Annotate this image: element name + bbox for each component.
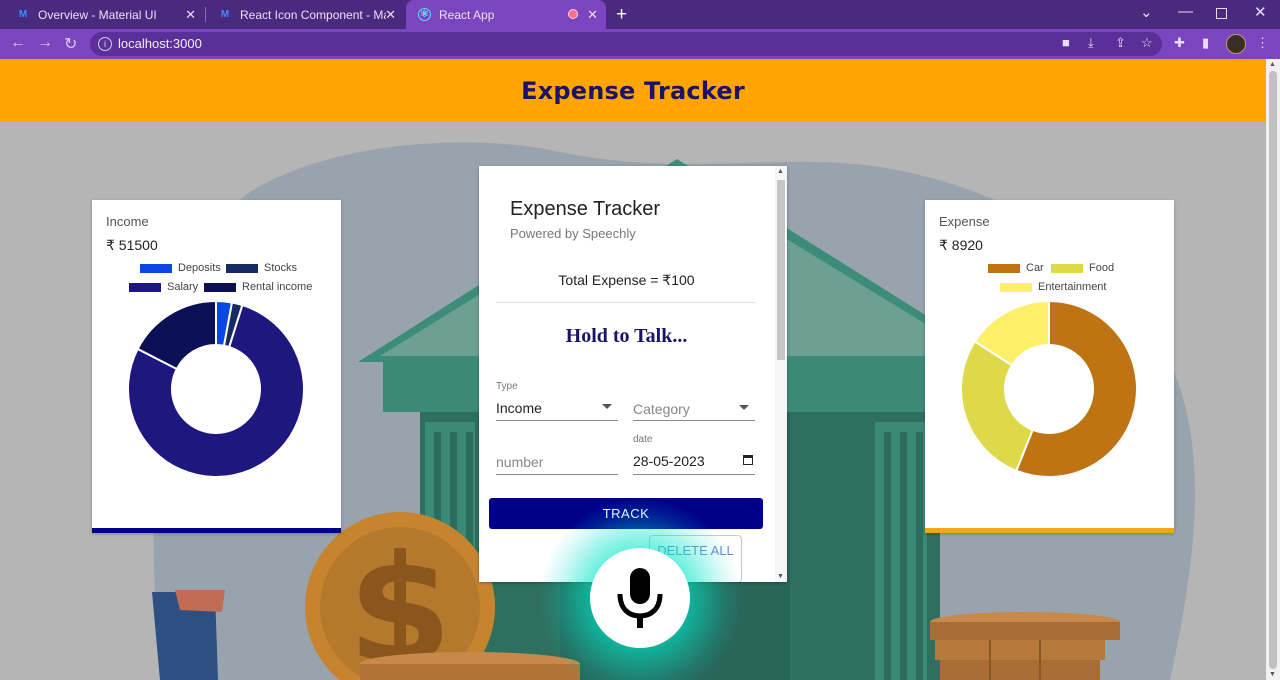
tab-title: React App: [439, 7, 495, 22]
expense-card: Expense ₹ 8920 Car Food Entertainment: [925, 200, 1174, 533]
dropdown-arrow-icon: [602, 404, 612, 409]
scroll-thumb[interactable]: [1269, 71, 1277, 669]
url-text: localhost:3000: [118, 36, 202, 51]
legend-swatch: [1000, 282, 1032, 292]
url-field[interactable]: i localhost:3000: [90, 32, 1162, 56]
app-title: Expense Tracker: [521, 76, 745, 105]
back-icon[interactable]: ←: [10, 34, 26, 52]
scroll-thumb[interactable]: [777, 180, 785, 360]
legend-label: Stocks: [264, 262, 298, 274]
expense-label: Expense: [939, 214, 990, 229]
total-expense: Total Expense = ₹100: [558, 272, 695, 288]
tab-title: React Icon Component - Materia: [240, 7, 386, 22]
tab-strip: M Overview - Material UI ✕ M React Icon …: [0, 0, 1280, 29]
hold-to-talk-text: Hold to Talk...: [565, 325, 688, 347]
legend-label: Car: [1026, 262, 1044, 274]
tab-react-app[interactable]: ⚛ React App ✕: [406, 0, 606, 29]
install-icon[interactable]: ⤓: [1088, 35, 1094, 51]
maximize-icon[interactable]: [1216, 8, 1227, 19]
close-icon[interactable]: ✕: [185, 7, 196, 23]
new-tab-icon[interactable]: +: [616, 4, 627, 26]
legend-swatch: [140, 263, 172, 273]
legend-label: Salary: [167, 281, 199, 293]
address-bar-row: ← → ↻ i localhost:3000 ■ ⤓ ⇪ ☆ ✚ ▮ ⋮: [0, 29, 1280, 59]
type-label: Type: [496, 381, 518, 392]
close-icon[interactable]: ✕: [385, 7, 396, 23]
react-logo-icon: ⚛: [418, 8, 431, 21]
menu-icon[interactable]: ⋮: [1256, 35, 1269, 51]
calendar-icon[interactable]: [743, 455, 753, 465]
income-card: Income ₹ 51500 Deposits Stocks Salary Re…: [92, 200, 341, 533]
date-value: 28-05-2023: [633, 453, 705, 469]
form-scrollbar[interactable]: ▲ ▼: [775, 166, 787, 582]
category-select[interactable]: Category: [633, 401, 755, 421]
microphone-icon: [617, 568, 663, 628]
legend-swatch: [204, 282, 236, 292]
scroll-up-icon[interactable]: ▲: [777, 168, 784, 175]
share-icon[interactable]: ⇪: [1115, 35, 1126, 51]
legend-item-salary[interactable]: Salary: [129, 281, 198, 293]
scroll-down-icon[interactable]: ▼: [1269, 671, 1276, 678]
legend-label: Rental income: [242, 281, 313, 293]
camera-icon[interactable]: ■: [1062, 35, 1070, 50]
type-select[interactable]: Type Income: [496, 381, 618, 421]
page-scrollbar[interactable]: ▲ ▼: [1266, 59, 1280, 680]
category-placeholder: Category: [633, 401, 690, 417]
income-donut-chart: [127, 299, 305, 478]
income-label: Income: [106, 214, 149, 229]
expense-donut-chart: [960, 299, 1138, 478]
legend-item-car[interactable]: Car: [988, 262, 1044, 274]
expense-card-accent: [925, 528, 1174, 533]
tab-search-icon[interactable]: ⌄: [1140, 3, 1153, 21]
legend-item-food[interactable]: Food: [1051, 262, 1114, 274]
profile-avatar[interactable]: [1226, 34, 1246, 54]
legend-swatch: [226, 263, 258, 273]
window-close-icon[interactable]: ✕: [1254, 3, 1267, 21]
mui-logo-icon: M: [220, 9, 230, 20]
minimize-icon[interactable]: —: [1178, 3, 1193, 20]
recording-icon: [568, 9, 578, 19]
income-amount: ₹ 51500: [106, 237, 158, 253]
bookmark-star-icon[interactable]: ☆: [1141, 35, 1153, 51]
microphone-button[interactable]: [590, 548, 690, 648]
close-icon[interactable]: ✕: [587, 7, 598, 23]
divider: [496, 302, 756, 303]
income-card-accent: [92, 528, 341, 533]
amount-input[interactable]: number: [496, 454, 618, 475]
legend-item-rental-income[interactable]: Rental income: [204, 281, 312, 293]
extensions-icon[interactable]: ✚: [1174, 35, 1185, 51]
form-title: Expense Tracker: [510, 198, 661, 220]
site-info-icon[interactable]: i: [98, 37, 112, 51]
legend-item-entertainment[interactable]: Entertainment: [1000, 281, 1106, 293]
tab-react-icon[interactable]: M React Icon Component - Materia ✕: [202, 0, 404, 29]
mui-logo-icon: M: [18, 9, 28, 20]
form-subtitle: Powered by Speechly: [510, 226, 636, 241]
legend-swatch: [129, 282, 161, 292]
date-input[interactable]: date 28-05-2023: [633, 434, 755, 475]
scroll-down-icon[interactable]: ▼: [777, 573, 784, 580]
type-value: Income: [496, 400, 542, 416]
donut-slice-food[interactable]: [960, 340, 1034, 473]
legend-swatch: [988, 263, 1020, 273]
app-header: Expense Tracker: [0, 59, 1266, 122]
dropdown-arrow-icon: [739, 405, 749, 410]
legend-label: Food: [1089, 262, 1115, 274]
legend-item-stocks[interactable]: Stocks: [226, 262, 297, 274]
tab-title: Overview - Material UI: [38, 7, 157, 22]
legend-label: Deposits: [178, 262, 221, 274]
expense-amount: ₹ 8920: [939, 237, 983, 253]
date-label: date: [633, 434, 653, 445]
legend-swatch: [1051, 263, 1083, 273]
legend-label: Entertainment: [1038, 281, 1107, 293]
amount-placeholder: number: [496, 454, 544, 470]
side-panel-icon[interactable]: ▮: [1202, 35, 1209, 51]
reload-icon[interactable]: ↻: [64, 34, 77, 54]
legend-item-deposits[interactable]: Deposits: [140, 262, 221, 274]
page-viewport: $ Expense Tracker Income ₹ 51500 Deposit…: [0, 59, 1266, 680]
tab-material-ui[interactable]: M Overview - Material UI ✕: [0, 0, 204, 29]
forward-icon[interactable]: →: [37, 34, 53, 52]
scroll-up-icon[interactable]: ▲: [1269, 61, 1276, 68]
